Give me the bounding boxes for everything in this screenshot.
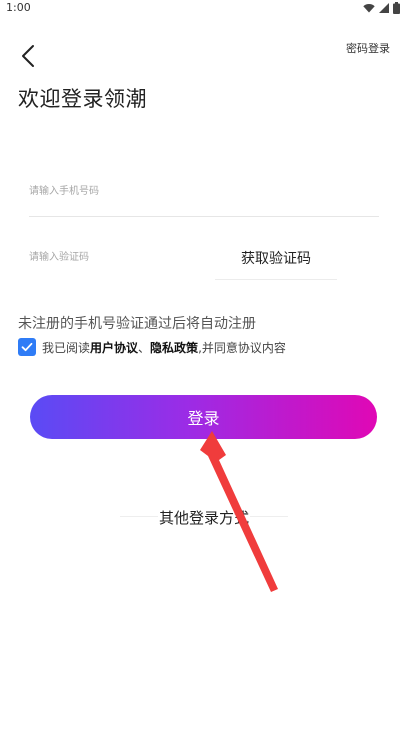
login-screen: 1:00 密码登录 欢迎登录领潮 获取验证码 未注册的手机号验证通过后将自动注册 bbox=[0, 0, 408, 730]
agreement-checkbox[interactable] bbox=[18, 338, 36, 356]
status-bar: 1:00 bbox=[0, 0, 408, 16]
other-login-section: 其他登录方式 bbox=[120, 505, 288, 529]
battery-icon bbox=[393, 2, 400, 14]
status-time: 1:00 bbox=[6, 1, 31, 14]
code-input[interactable] bbox=[29, 244, 229, 270]
password-login-link[interactable]: 密码登录 bbox=[346, 40, 390, 56]
privacy-policy-link[interactable]: 隐私政策 bbox=[150, 341, 198, 355]
agree-separator: 、 bbox=[138, 340, 151, 355]
checkmark-icon bbox=[21, 342, 33, 352]
divider-left bbox=[120, 516, 158, 517]
wifi-icon bbox=[363, 4, 375, 13]
agreement-text: 我已阅读用户协议、隐私政策,并同意协议内容 bbox=[42, 339, 286, 356]
auto-register-notice: 未注册的手机号验证通过后将自动注册 bbox=[18, 316, 256, 332]
user-agreement-link[interactable]: 用户协议 bbox=[90, 341, 138, 355]
get-code-button[interactable]: 获取验证码 bbox=[215, 246, 337, 280]
page-title: 欢迎登录领潮 bbox=[18, 87, 147, 111]
status-icons bbox=[363, 2, 400, 14]
phone-input[interactable] bbox=[29, 178, 379, 204]
agree-prefix: 我已阅读 bbox=[42, 340, 91, 355]
other-login-label[interactable]: 其他登录方式 bbox=[159, 507, 249, 528]
agreement-row: 我已阅读用户协议、隐私政策,并同意协议内容 bbox=[18, 336, 286, 358]
code-field bbox=[29, 244, 229, 272]
back-button[interactable] bbox=[14, 40, 42, 72]
signal-icon bbox=[379, 3, 389, 13]
phone-field bbox=[29, 178, 379, 217]
agree-suffix: ,并同意协议内容 bbox=[198, 340, 286, 355]
login-button[interactable]: 登录 bbox=[30, 395, 377, 439]
divider-right bbox=[250, 516, 288, 517]
chevron-left-icon bbox=[22, 45, 34, 67]
